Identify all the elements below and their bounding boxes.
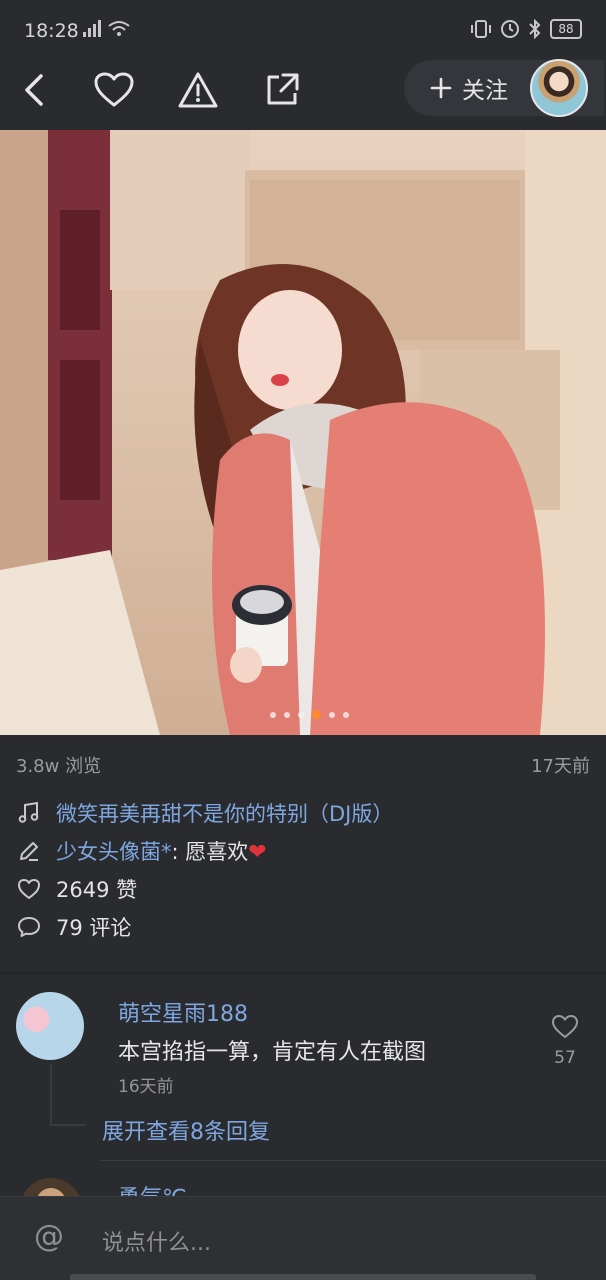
toolbar: 关注 <box>0 59 606 130</box>
bluetooth-icon <box>529 19 541 39</box>
carousel-indicator <box>270 710 349 719</box>
back-button[interactable] <box>12 66 60 114</box>
carousel-dot-active <box>312 710 321 719</box>
share-icon <box>267 73 299 105</box>
heart-outline-icon <box>552 1015 578 1038</box>
back-arrow-icon <box>25 74 43 106</box>
report-button[interactable] <box>174 66 222 114</box>
comment-time: 16天前 <box>118 1077 174 1097</box>
post-date: 17天前 <box>531 756 590 777</box>
follow-label: 关注 <box>462 78 508 104</box>
music-note-icon <box>16 800 42 826</box>
comment-count: 79 评论 <box>56 916 132 940</box>
comment-like-count: 57 <box>554 1048 576 1068</box>
comment-divider <box>100 1160 606 1161</box>
comment-input[interactable]: 说点什么... <box>102 1225 211 1257</box>
section-divider <box>0 972 606 974</box>
comment-text[interactable]: 本宫掐指一算，肯定有人在截图 <box>118 1034 426 1066</box>
home-indicator <box>70 1274 536 1280</box>
post-meta: 3.8w 浏览 17天前 <box>16 752 590 778</box>
music-title[interactable]: 微笑再美再甜不是你的特别（DJ版） <box>56 798 393 828</box>
caption-text: : 愿喜欢 <box>171 840 249 864</box>
status-left-icons <box>82 20 130 38</box>
view-count: 3.8w 浏览 <box>16 756 102 777</box>
screen: 18:28 88 关注 3.8w 浏览 17天前 微笑再美再甜不是你的特别（DJ… <box>0 0 606 1280</box>
at-mention-icon[interactable]: @ <box>34 1219 64 1254</box>
comments-row[interactable]: 79 评论 <box>16 912 131 942</box>
cellular-signal-icon <box>83 20 101 37</box>
plus-icon <box>430 77 452 99</box>
status-right-icons: 88 <box>470 19 582 39</box>
heart-outline-icon <box>94 72 134 107</box>
pencil-icon <box>16 838 42 864</box>
like-count: 2649 赞 <box>56 878 138 902</box>
caption-author[interactable]: 少女头像菌* <box>56 840 172 864</box>
favorite-button[interactable] <box>90 66 138 114</box>
red-heart-emoji-icon: ❤ <box>248 840 267 865</box>
carousel-dot <box>343 711 349 718</box>
heart-outline-icon <box>16 876 42 902</box>
alarm-icon <box>501 20 519 38</box>
photo-illustration <box>0 130 606 735</box>
status-bar: 18:28 88 <box>0 0 606 60</box>
share-button[interactable] <box>258 66 306 114</box>
reply-thread-line <box>50 1064 86 1126</box>
status-time: 18:28 <box>24 20 79 42</box>
likes-row[interactable]: 2649 赞 <box>16 874 137 904</box>
carousel-dot <box>329 711 335 718</box>
vibrate-icon <box>471 20 491 38</box>
caption-row: 少女头像菌*: 愿喜欢❤ <box>16 836 267 866</box>
post-photo[interactable] <box>0 130 606 735</box>
comment-bubble-icon <box>16 914 42 940</box>
music-row[interactable]: 微笑再美再甜不是你的特别（DJ版） <box>16 798 393 828</box>
author-avatar[interactable] <box>530 59 588 117</box>
warning-icon <box>178 72 218 108</box>
comment-input-bar: @ 说点什么... <box>0 1196 606 1280</box>
carousel-dot <box>270 711 276 718</box>
commenter-name[interactable]: 萌空星雨188 <box>118 996 248 1028</box>
expand-replies-link[interactable]: 展开查看8条回复 <box>102 1114 270 1146</box>
comment-like-button[interactable]: 57 <box>550 1014 580 1068</box>
carousel-dot <box>284 711 290 718</box>
commenter-avatar[interactable] <box>16 992 84 1060</box>
battery-indicator: 88 <box>550 19 582 39</box>
wifi-icon <box>108 21 130 36</box>
carousel-dot <box>298 711 304 718</box>
